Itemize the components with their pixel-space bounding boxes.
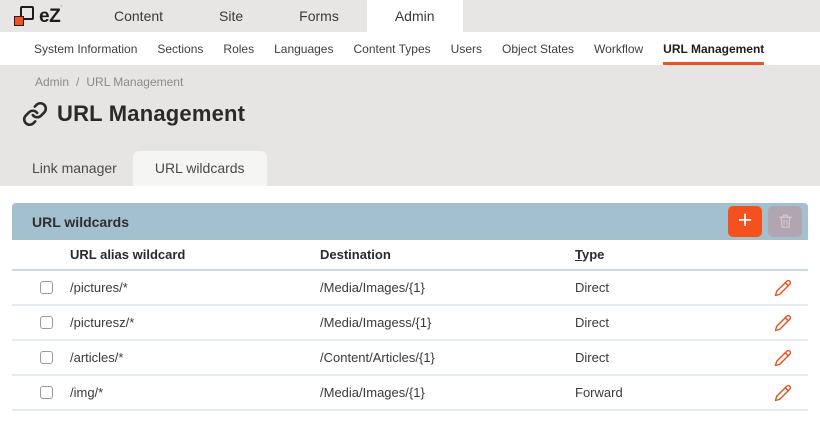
panel-title: URL wildcards	[32, 214, 722, 230]
row-checkbox[interactable]	[40, 316, 53, 329]
actions-cell	[760, 314, 808, 332]
url-wildcards-table: URL alias wildcard Destination Type /pic…	[12, 240, 808, 411]
main-menu-item[interactable]: Site	[191, 0, 271, 32]
cell-type: Direct	[575, 280, 760, 295]
trash-icon	[777, 213, 794, 230]
column-header-destination: Destination	[320, 247, 575, 262]
row-checkbox[interactable]	[40, 386, 53, 399]
breadcrumb-item[interactable]: Admin	[35, 75, 69, 89]
admin-subnav: System Information Sections Roles Langua…	[0, 32, 820, 65]
page-title-row: URL Management	[22, 101, 820, 127]
edit-button[interactable]	[774, 349, 792, 367]
cell-destination: /Media/Imagess/{1}	[320, 315, 575, 330]
cell-url-alias-wildcard: /pictures/*	[70, 280, 320, 295]
cell-destination: /Media/Images/{1}	[320, 385, 575, 400]
cell-url-alias-wildcard: /articles/*	[70, 350, 320, 365]
main-menu-item[interactable]: Content	[86, 0, 191, 32]
subnav-item[interactable]: Sections	[157, 32, 203, 65]
table-row: /picturesz/* /Media/Imagess/{1} Direct	[12, 306, 808, 341]
subnav-item[interactable]: URL Management	[663, 32, 764, 65]
subnav-item[interactable]: Languages	[274, 32, 333, 65]
checkbox-cell	[24, 386, 70, 399]
main-menu-item[interactable]: Admin	[367, 0, 463, 32]
main-menu-item[interactable]: Forms	[271, 0, 367, 32]
logo-trademark: ’	[60, 4, 62, 13]
tab[interactable]: Link manager	[16, 151, 133, 186]
logo-text: eZ	[39, 7, 60, 26]
subnav-item[interactable]: Workflow	[594, 32, 643, 65]
actions-cell	[760, 279, 808, 297]
cell-type: Direct	[575, 315, 760, 330]
edit-button[interactable]	[774, 384, 792, 402]
ez-logo-icon	[14, 6, 35, 27]
main-content: URL wildcards + URL alias wildcard Desti…	[0, 186, 820, 411]
link-icon	[22, 101, 48, 127]
cell-destination: /Media/Images/{1}	[320, 280, 575, 295]
column-header-wildcard: URL alias wildcard	[70, 247, 320, 262]
cell-destination: /Content/Articles/{1}	[320, 350, 575, 365]
table-row: /img/* /Media/Images/{1} Forward	[12, 376, 808, 411]
breadcrumb-item[interactable]: URL Management	[86, 75, 183, 89]
edit-button[interactable]	[774, 314, 792, 332]
subnav-item[interactable]: Content Types	[353, 32, 430, 65]
add-wildcard-button[interactable]: +	[728, 206, 762, 237]
breadcrumb-separator: /	[76, 75, 79, 89]
actions-cell	[760, 349, 808, 367]
table-row: /articles/* /Content/Articles/{1} Direct	[12, 341, 808, 376]
plus-icon: +	[738, 208, 753, 233]
actions-cell	[760, 384, 808, 402]
top-bar: eZ ’ Content Site Forms Admin	[0, 0, 820, 32]
subnav-item[interactable]: Users	[451, 32, 482, 65]
cell-url-alias-wildcard: /picturesz/*	[70, 315, 320, 330]
subnav-item[interactable]: System Information	[34, 32, 137, 65]
edit-button[interactable]	[774, 279, 792, 297]
url-wildcards-panel-header: URL wildcards +	[12, 203, 808, 240]
cell-type: Direct	[575, 350, 760, 365]
column-header-type: Type	[575, 247, 760, 262]
row-checkbox[interactable]	[40, 281, 53, 294]
main-menu: Content Site Forms Admin	[86, 0, 463, 32]
checkbox-cell	[24, 316, 70, 329]
checkbox-cell	[24, 351, 70, 364]
table-row: /pictures/* /Media/Images/{1} Direct	[12, 271, 808, 306]
page-header: Admin / URL Management URL Management Li…	[0, 65, 820, 186]
tab[interactable]: URL wildcards	[133, 151, 267, 186]
subnav-item[interactable]: Object States	[502, 32, 574, 65]
table-header-row: URL alias wildcard Destination Type	[12, 240, 808, 271]
checkbox-cell	[24, 281, 70, 294]
delete-wildcard-button[interactable]	[768, 206, 802, 237]
subnav-item[interactable]: Roles	[223, 32, 254, 65]
row-checkbox[interactable]	[40, 351, 53, 364]
cell-type: Forward	[575, 385, 760, 400]
tab-bar: Link manager URL wildcards	[16, 151, 267, 186]
ez-logo[interactable]: eZ ’	[0, 0, 86, 32]
table-body: /pictures/* /Media/Images/{1} Direct	[12, 271, 808, 411]
page-title: URL Management	[57, 101, 245, 127]
cell-url-alias-wildcard: /img/*	[70, 385, 320, 400]
breadcrumb: Admin / URL Management	[0, 65, 820, 89]
